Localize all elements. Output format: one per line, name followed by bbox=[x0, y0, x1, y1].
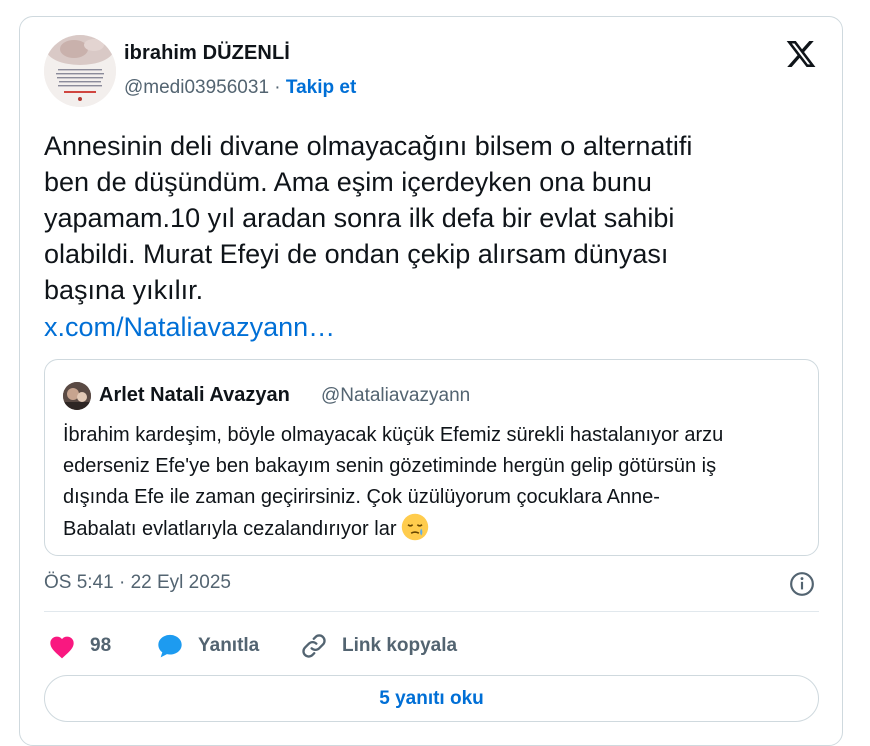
read-replies-label: 5 yanıtı oku bbox=[379, 687, 484, 709]
tweet-timestamp[interactable]: ÖS 5:41 · 22 Eyl 2025 bbox=[44, 572, 231, 594]
tweet-link[interactable]: x.com/Nataliavazyann… bbox=[44, 309, 335, 345]
author-avatar-image bbox=[44, 35, 116, 107]
x-logo-icon[interactable] bbox=[784, 38, 818, 70]
quoted-author-name: Arlet Natali Avazyan bbox=[99, 384, 290, 406]
link-icon bbox=[302, 634, 326, 658]
copy-link-button[interactable]: Link kopyala bbox=[300, 630, 457, 662]
reply-label: Yanıtla bbox=[198, 635, 260, 656]
author-name[interactable]: ibrahim DÜZENLİ bbox=[124, 42, 290, 65]
actions-divider bbox=[44, 611, 819, 612]
like-button[interactable]: 98 bbox=[48, 630, 111, 662]
author-handle-row: @medi03956031 · Takip et bbox=[124, 77, 356, 99]
handle-separator: · bbox=[274, 77, 281, 98]
quoted-author-avatar bbox=[63, 382, 91, 410]
author-handle[interactable]: @medi03956031 bbox=[124, 77, 269, 98]
copy-link-label: Link kopyala bbox=[342, 635, 458, 656]
author-avatar[interactable] bbox=[44, 35, 116, 107]
quoted-author-handle: @Nataliavazyann bbox=[321, 385, 471, 406]
quoted-text-block: İbrahim kardeşim, böyle olmayacak küçük … bbox=[63, 420, 808, 545]
tweet-text: Annesinin deli divane olmayacağını bilse… bbox=[44, 131, 693, 305]
speech-bubble-icon bbox=[158, 634, 182, 658]
like-count: 98 bbox=[90, 635, 112, 656]
info-icon[interactable] bbox=[789, 571, 815, 597]
read-replies-button[interactable]: 5 yanıtı oku bbox=[44, 675, 819, 722]
quoted-text: İbrahim kardeşim, böyle olmayacak küçük … bbox=[63, 424, 724, 540]
sleepy-face-emoji bbox=[401, 513, 428, 541]
quoted-tweet[interactable]: Arlet Natali Avazyan @Nataliavazyann İbr… bbox=[44, 359, 819, 556]
heart-icon bbox=[50, 636, 74, 659]
reply-button[interactable]: Yanıtla bbox=[156, 630, 259, 662]
follow-button[interactable]: Takip et bbox=[286, 77, 356, 98]
